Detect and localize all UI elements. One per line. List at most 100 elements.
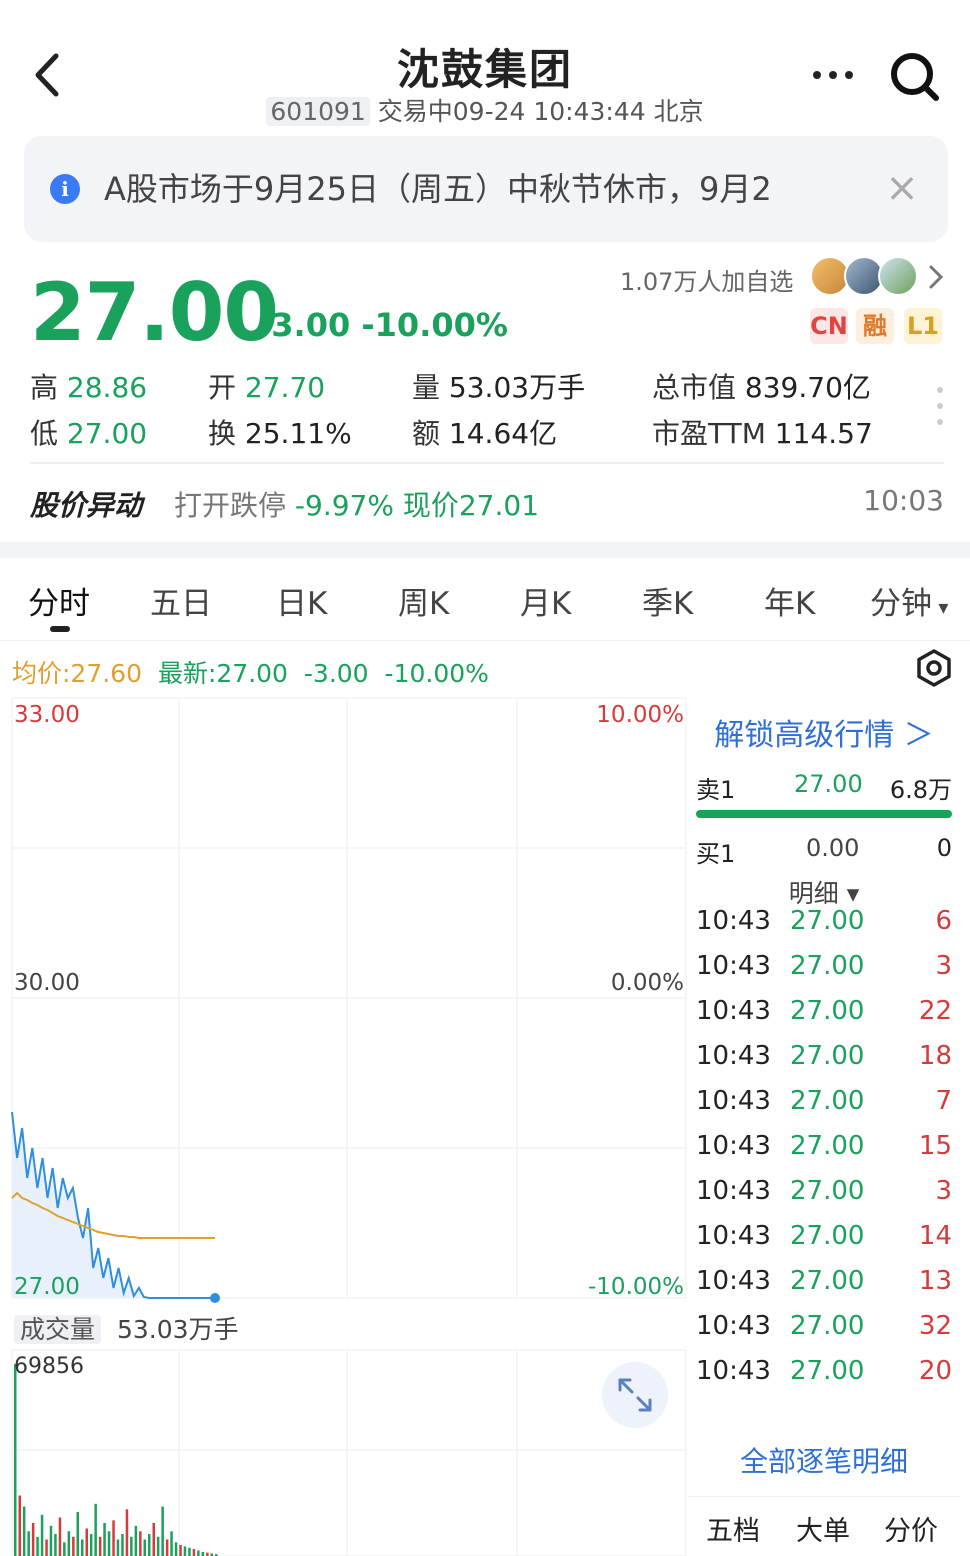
chevron-right-icon[interactable]: [926, 262, 946, 292]
sell1-row: 卖1 27.00 6.8万: [696, 770, 952, 804]
tab-daily-k[interactable]: 日K: [276, 578, 327, 623]
top-nav-bar: 沈鼓集团 601091 交易中09-24 10:43:44 北京: [0, 0, 970, 130]
y-axis-tick-right: -10.00%: [588, 1274, 684, 1300]
tab-price-distribution[interactable]: 分价: [884, 1509, 938, 1548]
volume-label: 成交量: [14, 1315, 102, 1344]
price-alert-row[interactable]: 股价异动 打开跌停 -9.97% 现价27.01 10:03: [30, 484, 944, 526]
tab-intraday[interactable]: 分时: [28, 578, 90, 623]
tab-minute[interactable]: 分钟 ▾: [870, 578, 948, 623]
volume-bar: [174, 1542, 178, 1556]
axis-labels: 33.00 30.00 27.00 10.00% 0.00% -10.00%: [14, 702, 684, 1300]
intraday-chart[interactable]: 33.00 30.00 27.00 10.00% 0.00% -10.00%: [0, 690, 690, 1556]
volume-bar: [188, 1547, 191, 1556]
volume-bar: [36, 1536, 39, 1556]
volume-bar: [121, 1534, 124, 1556]
volume-header: 成交量 53.03万手: [14, 1310, 239, 1346]
list-item: 10:43 27.00 20: [696, 1356, 952, 1386]
volume-bar: [139, 1531, 142, 1556]
volume-total: 53.03万手: [116, 1315, 239, 1344]
volume-bar: [40, 1514, 44, 1556]
volume-bar: [22, 1506, 26, 1556]
y-axis-tick-right: 10.00%: [596, 702, 684, 728]
volume-bar: [161, 1506, 164, 1556]
volume-max-label: 69856: [14, 1354, 84, 1379]
follower-avatars[interactable]: [810, 256, 920, 296]
current-price: 27.00: [30, 266, 279, 359]
list-item: 10:43 27.00 3: [696, 951, 952, 981]
more-vertical-icon[interactable]: [932, 384, 948, 428]
tab-big-orders[interactable]: 大单: [796, 1509, 850, 1548]
list-item: 10:43 27.00 22: [696, 996, 952, 1026]
buy1-row: 买1 0.00 0: [696, 834, 952, 868]
all-trades-link[interactable]: 全部逐笔明细: [688, 1440, 960, 1480]
volume-bars: [14, 1364, 218, 1556]
volume-bar: [148, 1534, 151, 1556]
volume-bar: [58, 1517, 62, 1556]
volume-bar: [67, 1531, 71, 1556]
tab-yearly-k[interactable]: 年K: [764, 578, 815, 623]
search-icon[interactable]: [886, 50, 942, 102]
tab-monthly-k[interactable]: 月K: [520, 578, 571, 623]
volume-bar: [72, 1536, 75, 1556]
price-change: -3.00 -10.00%: [258, 306, 508, 344]
volume-bar: [27, 1531, 30, 1556]
latest-price: 最新:27.00: [157, 659, 288, 688]
volume-bar: [165, 1539, 169, 1556]
stat-low: 低 27.00: [30, 417, 148, 450]
volume-bar: [18, 1495, 21, 1556]
volume-bar: [192, 1549, 196, 1556]
volume-bar: [81, 1539, 84, 1556]
tab-quarterly-k[interactable]: 季K: [642, 578, 693, 623]
divider: [0, 640, 970, 641]
expand-icon[interactable]: [602, 1362, 668, 1428]
volume-bar: [130, 1536, 133, 1556]
volume-bar: [156, 1536, 160, 1556]
tab-order-levels[interactable]: 五档: [706, 1509, 760, 1548]
notice-text: A股市场于9月25日（周五）中秋节休市，9月2: [104, 170, 772, 208]
volume-bar: [49, 1525, 53, 1556]
last-price-dot: [210, 1293, 220, 1303]
divider: [30, 462, 944, 464]
volume-bar: [45, 1539, 48, 1556]
market-notice-banner[interactable]: i A股市场于9月25日（周五）中秋节休市，9月2 ×: [24, 136, 948, 242]
intraday-summary: 均价:27.60 最新:27.00 -3.00 -10.00%: [12, 654, 489, 690]
volume-bar: [179, 1545, 182, 1556]
stat-volume: 量 53.03万手: [412, 371, 586, 404]
trading-status-text: 交易中09-24 10:43:44 北京: [377, 97, 704, 126]
section-gap: [0, 542, 970, 558]
sell-volume-bar: [696, 810, 952, 818]
alert-time: 10:03: [863, 484, 944, 517]
tab-weekly-k[interactable]: 周K: [398, 578, 449, 623]
latest-change: -3.00: [303, 659, 369, 688]
volume-bar: [170, 1531, 173, 1556]
volume-bar: [152, 1523, 155, 1556]
unlock-advanced-quotes-link[interactable]: 解锁高级行情 ＞: [688, 710, 960, 754]
trading-status-line: 601091 交易中09-24 10:43:44 北京: [0, 92, 970, 128]
price-area-fill: [12, 1112, 215, 1298]
list-item: 10:43 27.00 15: [696, 1131, 952, 1161]
close-icon[interactable]: ×: [880, 166, 924, 210]
alert-label: 股价异动: [30, 489, 143, 522]
tab-five-day[interactable]: 五日: [150, 578, 212, 623]
stat-pe-ttm: 市盈TTM 114.57: [652, 417, 873, 450]
volume-bar: [94, 1503, 97, 1556]
volume-bar: [103, 1523, 106, 1556]
volume-bar: [197, 1550, 200, 1556]
volume-bar: [63, 1542, 66, 1556]
latest-pct: -10.00%: [384, 659, 489, 688]
stat-open: 开 27.70: [208, 371, 326, 404]
margin-badge: 融: [856, 308, 894, 344]
more-options-icon[interactable]: [808, 58, 858, 92]
volume-bar: [112, 1520, 115, 1556]
trade-ticks-list[interactable]: 10:43 27.00 6 10:43 27.00 3 10:43 27.00 22 10:…: [688, 902, 960, 1422]
stats-grid: 高 28.86 低 27.00 开 27.70 换 25.11% 量 53.03…: [30, 366, 930, 456]
volume-bar: [31, 1523, 35, 1556]
volume-bar: [89, 1534, 93, 1556]
avg-price: 均价:27.60: [12, 659, 142, 688]
volume-bar: [143, 1539, 146, 1556]
volume-bar: [14, 1364, 17, 1556]
volume-bar: [85, 1528, 88, 1556]
settings-icon[interactable]: [914, 648, 954, 688]
active-tab-indicator: [50, 626, 70, 632]
y-axis-tick-left: 33.00: [14, 702, 80, 728]
